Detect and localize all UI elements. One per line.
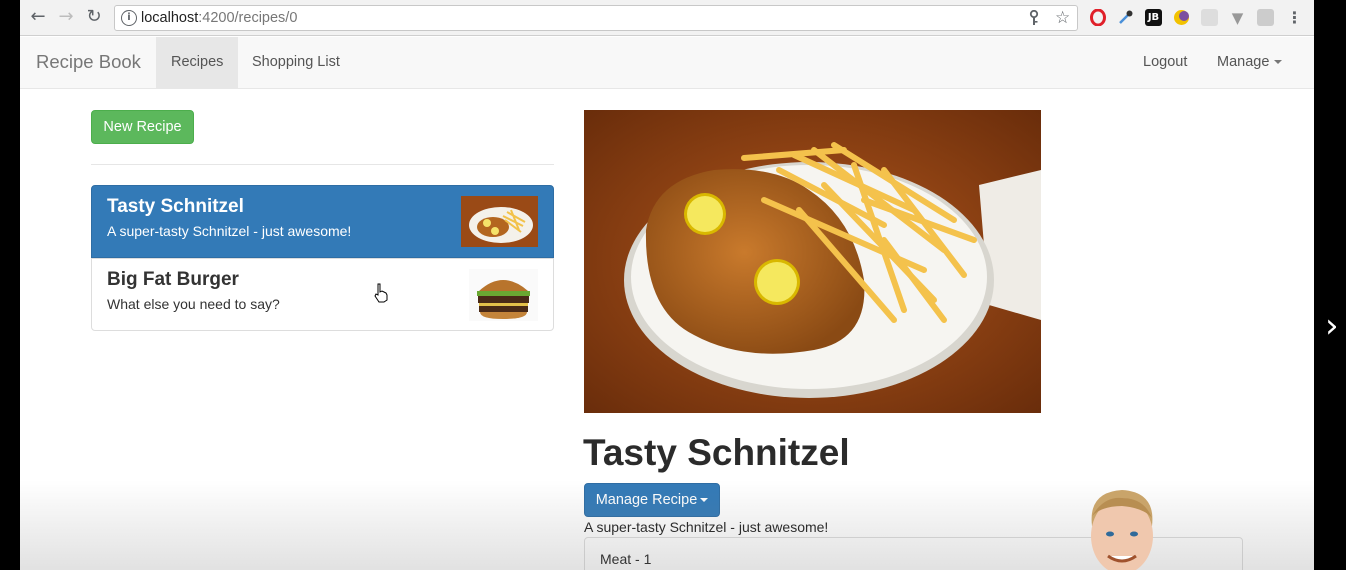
reload-icon[interactable]: ↻ (83, 6, 105, 28)
jetbrains-icon[interactable]: JB (1145, 9, 1162, 26)
browser-toolbar: ← → ↻ i localhost:4200/recipes/0 ☆ JB ▼ … (20, 0, 1314, 36)
manage-label: Manage (1217, 54, 1270, 70)
eyedropper-icon[interactable] (1117, 9, 1134, 26)
info-icon[interactable]: i (121, 10, 137, 26)
hand-cursor-icon (373, 283, 389, 303)
nav-shopping-list[interactable]: Shopping List (237, 37, 355, 88)
logout-link[interactable]: Logout (1128, 37, 1202, 88)
chat-icon[interactable] (1257, 9, 1274, 26)
recipe-description: A super-tasty Schnitzel - just awesome! (107, 223, 352, 239)
nav-recipes[interactable]: Recipes (156, 37, 239, 88)
url-host: localhost (141, 10, 199, 26)
recipe-image (584, 110, 1041, 413)
manage-recipe-label: Manage Recipe (595, 492, 698, 508)
recipe-list-item[interactable]: Tasty Schnitzel A super-tasty Schnitzel … (91, 185, 554, 258)
recipe-detail-description: A super-tasty Schnitzel - just awesome! (584, 519, 829, 535)
ingredient-item[interactable]: Meat - 1 (600, 551, 651, 567)
forward-icon[interactable]: → (55, 6, 77, 28)
next-slide-icon[interactable]: › (1325, 308, 1339, 344)
menu-icon[interactable]: ⋮ (1286, 8, 1303, 27)
screen: ‹ › ← → ↻ i localhost:4200/recipes/0 ☆ J… (0, 0, 1346, 570)
opera-icon[interactable] (1089, 9, 1106, 26)
recipe-name: Tasty Schnitzel (107, 196, 244, 217)
prev-slide-icon[interactable]: ‹ (0, 308, 2, 344)
recipe-list-item[interactable]: Big Fat Burger What else you need to say… (91, 258, 554, 331)
key-icon[interactable] (1028, 9, 1040, 30)
schnitzel-thumbnail (461, 196, 538, 247)
address-bar[interactable]: i localhost:4200/recipes/0 ☆ (114, 5, 1078, 31)
caret-down-icon (700, 498, 709, 503)
vue-icon[interactable]: ▼ (1229, 9, 1246, 27)
browser-window: ← → ↻ i localhost:4200/recipes/0 ☆ JB ▼ … (20, 0, 1314, 570)
star-icon[interactable]: ☆ (1055, 8, 1070, 28)
brand-link[interactable]: Recipe Book (36, 51, 141, 73)
presenter-webcam (1074, 486, 1170, 570)
burger-thumbnail (469, 269, 538, 321)
recipe-description: What else you need to say? (107, 296, 280, 312)
grid-icon[interactable] (1201, 9, 1218, 26)
url-path: :4200/recipes/0 (198, 10, 298, 26)
url-text[interactable]: localhost:4200/recipes/0 (141, 10, 297, 26)
manage-recipe-button[interactable]: Manage Recipe (584, 483, 720, 517)
new-recipe-button[interactable]: New Recipe (91, 110, 194, 144)
back-icon[interactable]: ← (27, 6, 49, 28)
recipe-name: Big Fat Burger (107, 269, 239, 290)
manage-dropdown[interactable]: Manage (1202, 37, 1297, 88)
recipe-title: Tasty Schnitzel (583, 432, 850, 473)
moon-icon[interactable] (1173, 9, 1190, 26)
app-navbar: Recipe Book Recipes Shopping List Logout… (20, 37, 1314, 89)
divider (91, 164, 554, 165)
caret-down-icon (1274, 60, 1283, 65)
